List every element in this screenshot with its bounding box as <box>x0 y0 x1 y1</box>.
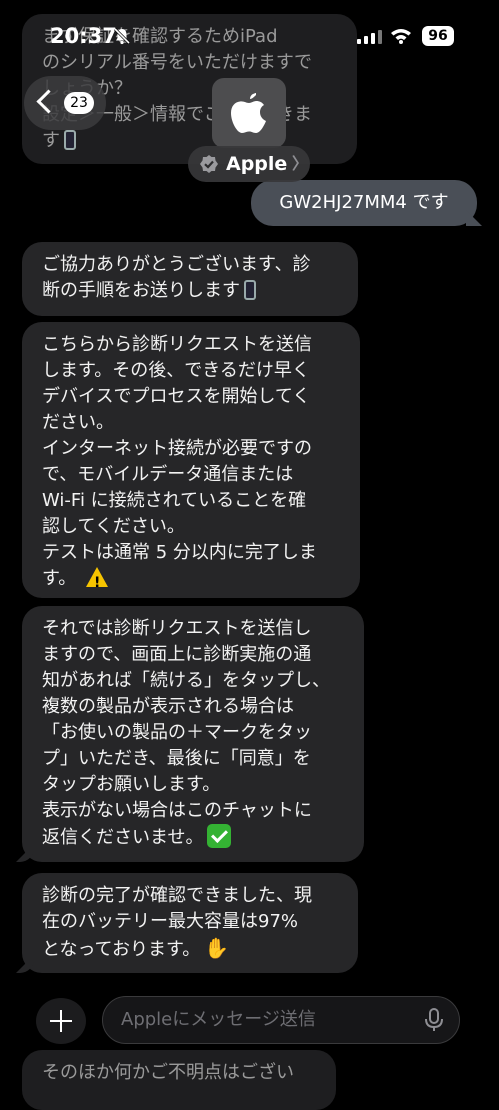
contact-name-button[interactable]: Apple 〉 <box>188 146 310 182</box>
message-input[interactable]: Appleにメッセージ送信 <box>102 996 460 1044</box>
unread-count-badge: 23 <box>64 92 94 114</box>
chevron-left-icon <box>36 89 61 114</box>
apple-logo-icon <box>231 93 266 133</box>
message-text: それでは診断リクエストを送信し ますので、画面上に診断実施の通 知があれば「続け… <box>42 618 330 848</box>
check-mark-icon <box>207 824 232 848</box>
message-bubble-2: こちらから診断リクエストを送信 します。その後、できるだけ早く デバイスでプロセ… <box>22 322 360 598</box>
message-bubble-4: 診断の完了が確認できました、現 在のバッテリー最大容量は97% となっております… <box>16 873 358 973</box>
message-bubble-partial-bottom: そのほか何かご不明点はござい <box>22 1050 336 1110</box>
verified-badge-icon <box>200 155 218 173</box>
microphone-icon[interactable] <box>424 1008 444 1032</box>
message-text: GW2HJ27MM4 です <box>279 192 449 213</box>
warning-icon <box>85 567 108 596</box>
chevron-right-icon: 〉 <box>292 154 309 173</box>
contact-avatar[interactable] <box>212 78 286 148</box>
add-attachment-button[interactable] <box>36 998 86 1044</box>
contact-name: Apple <box>226 153 288 175</box>
message-text: 診断の完了が確認できました、現 在のバッテリー最大容量は97% となっております… <box>42 885 312 960</box>
status-bar: 20:37 96 <box>0 0 499 60</box>
bubble-tail <box>466 210 482 226</box>
status-time: 20:37 <box>50 24 117 48</box>
battery-indicator: 96 <box>422 26 454 46</box>
mobile-phone-icon <box>244 280 256 300</box>
message-input-placeholder: Appleにメッセージ送信 <box>121 1009 316 1030</box>
handshake-icon: ✋ <box>204 936 230 960</box>
outgoing-message-bubble: GW2HJ27MM4 です <box>251 180 482 226</box>
message-bubble-3: それでは診断リクエストを送信し ますので、画面上に診断実施の通 知があれば「続け… <box>16 606 364 862</box>
back-button[interactable]: 23 <box>24 76 106 130</box>
message-text: ご協力ありがとうございます、診 断の手順をお送りします <box>42 254 311 301</box>
message-bubble-1: ご協力ありがとうございます、診 断の手順をお送りします <box>22 242 358 316</box>
message-text: こちらから診断リクエストを送信 します。その後、できるだけ早く デバイスでプロセ… <box>42 334 317 589</box>
bubble-tail <box>16 844 34 862</box>
cellular-signal-icon <box>357 30 382 44</box>
bell-slash-icon <box>113 27 131 45</box>
mobile-phone-icon <box>64 130 76 150</box>
bubble-tail <box>16 955 34 973</box>
wifi-icon <box>391 29 411 44</box>
